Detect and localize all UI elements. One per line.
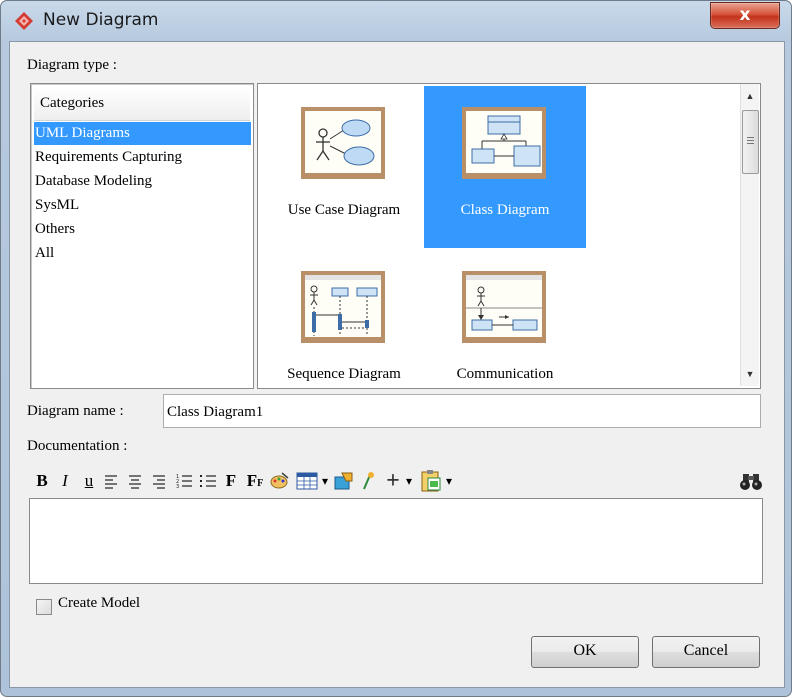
tile-communication-diagram[interactable]: Communication [424, 250, 586, 388]
tile-label: Use Case Diagram [287, 202, 401, 218]
underline-button[interactable]: u [79, 469, 99, 493]
category-requirements-capturing[interactable]: Requirements Capturing [34, 146, 251, 169]
insert-image-icon[interactable] [332, 469, 356, 493]
insert-table-dropdown-icon[interactable]: ▾ [320, 469, 330, 493]
diagram-types-panel: Use Case Diagram Class Diagram Sequence … [257, 83, 761, 389]
insert-table-icon[interactable] [294, 469, 320, 493]
align-left-icon[interactable] [102, 469, 120, 493]
insert-plus-dropdown-icon[interactable]: ▾ [404, 469, 414, 493]
paste-clipboard-icon[interactable] [418, 469, 444, 493]
ok-button[interactable]: OK [531, 636, 639, 668]
paste-dropdown-icon[interactable]: ▾ [444, 469, 454, 493]
scrollbar-thumb[interactable] [742, 110, 759, 174]
font-button[interactable]: F [222, 469, 240, 493]
create-model-checkbox[interactable] [36, 599, 52, 615]
diagram-name-label: Diagram name : [27, 403, 124, 419]
font-size-button[interactable]: FF [244, 469, 266, 493]
visual-paradigm-app-icon [15, 12, 33, 30]
use-case-diagram-icon [301, 107, 385, 179]
insert-plus-button[interactable]: + [382, 469, 404, 493]
category-database-modeling[interactable]: Database Modeling [34, 170, 251, 193]
create-model-label: Create Model [58, 595, 141, 611]
italic-button[interactable]: I [56, 469, 74, 493]
scroll-up-arrow-icon[interactable]: ▲ [745, 92, 755, 101]
numbered-list-icon[interactable]: 123 [174, 469, 194, 493]
sequence-diagram-icon [301, 271, 385, 343]
tile-sequence-diagram[interactable]: Sequence Diagram [263, 250, 425, 388]
font-size-sub-label: F [257, 478, 264, 489]
title-bar[interactable]: New Diagram x [1, 1, 791, 41]
category-sysml[interactable]: SysML [34, 194, 251, 217]
dialog-body: Diagram type : Categories UML Diagrams R… [9, 41, 785, 688]
tile-label: Communication [456, 366, 554, 382]
bullet-list-icon[interactable] [198, 469, 218, 493]
communication-diagram-icon [462, 271, 546, 343]
align-center-icon[interactable] [126, 469, 144, 493]
scroll-down-arrow-icon[interactable]: ▼ [745, 370, 755, 379]
close-button[interactable]: x [710, 2, 780, 29]
window-title: New Diagram [43, 10, 159, 30]
documentation-toolbar: B I u 123 F FF ▾ + ▾ ▾ [32, 469, 772, 493]
binoculars-find-icon[interactable] [738, 469, 764, 493]
font-size-label: F [246, 471, 258, 490]
paint-palette-icon[interactable] [268, 469, 290, 493]
tile-label: Class Diagram [460, 202, 550, 218]
documentation-label: Documentation : [27, 438, 128, 454]
categories-list[interactable]: Categories UML Diagrams Requirements Cap… [30, 83, 254, 389]
class-diagram-icon [462, 107, 546, 179]
diagram-type-label: Diagram type : [27, 57, 117, 73]
documentation-editor[interactable] [29, 498, 763, 584]
svg-text:3: 3 [176, 484, 179, 490]
category-others[interactable]: Others [34, 218, 251, 241]
new-diagram-dialog: New Diagram x Diagram type : Categories … [0, 0, 792, 697]
align-right-icon[interactable] [150, 469, 168, 493]
category-all[interactable]: All [34, 242, 251, 265]
categories-header: Categories [34, 87, 250, 121]
diagram-types-scrollbar[interactable]: ▲ ▼ [740, 84, 759, 386]
categories-header-label: Categories [40, 95, 105, 111]
bold-button[interactable]: B [32, 469, 52, 493]
tile-class-diagram[interactable]: Class Diagram [424, 86, 586, 248]
insert-link-icon[interactable] [358, 469, 378, 493]
cancel-button[interactable]: Cancel [652, 636, 760, 668]
tile-label: Sequence Diagram [287, 366, 401, 382]
diagram-name-input[interactable]: Class Diagram1 [163, 394, 761, 428]
tile-use-case-diagram[interactable]: Use Case Diagram [263, 86, 425, 248]
category-uml-diagrams[interactable]: UML Diagrams [34, 122, 251, 145]
